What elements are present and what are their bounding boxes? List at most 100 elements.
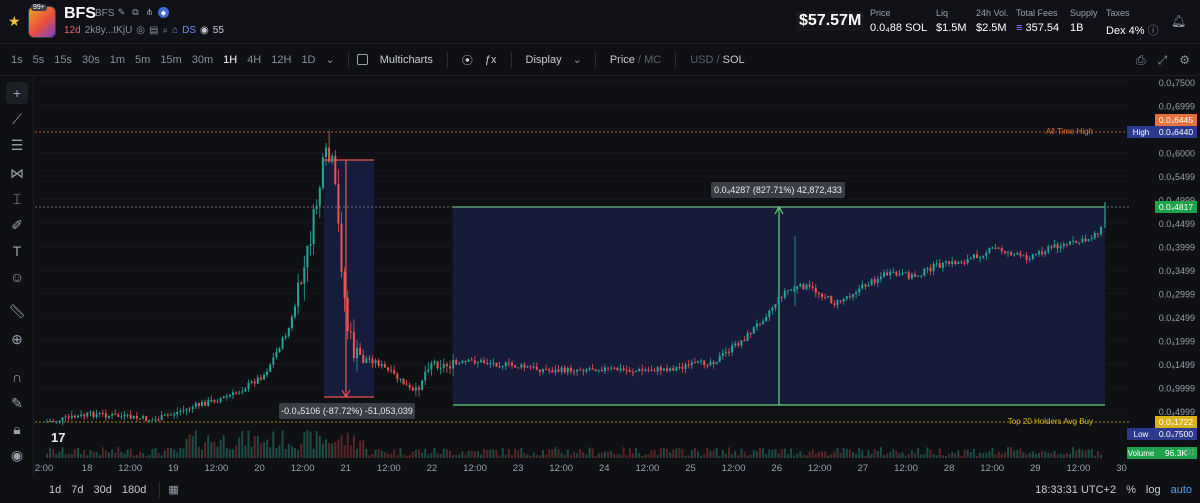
calendar-icon[interactable]: ▦ xyxy=(168,483,178,496)
chart-toolbar: 1s 5s 15s 30s 1m 5m 15m 30m 1H 4H 12H 1D… xyxy=(0,44,1200,76)
usd-option[interactable]: USD xyxy=(690,54,713,66)
timeframe-5m[interactable]: 5m xyxy=(130,54,155,66)
favorite-star-icon[interactable]: ★ xyxy=(8,13,21,30)
range-30d[interactable]: 30d xyxy=(89,484,117,496)
candle-body xyxy=(98,413,101,415)
volume-bar xyxy=(948,453,951,458)
sol-option[interactable]: SOL xyxy=(723,54,745,66)
timeframe-1s[interactable]: 1s xyxy=(6,54,28,66)
candle-body xyxy=(1025,255,1028,260)
token-name: BFS xyxy=(95,8,115,19)
share-icon[interactable]: ⋔ xyxy=(144,7,155,18)
candle-body xyxy=(483,360,486,363)
display-chevron-down-icon[interactable]: ⌄ xyxy=(568,53,587,66)
candle-body xyxy=(489,363,492,365)
fullscreen-icon[interactable]: ⤢ xyxy=(1158,53,1168,68)
magnet-icon[interactable]: ∩ xyxy=(6,366,28,388)
range-7d[interactable]: 7d xyxy=(66,484,88,496)
candle-body xyxy=(408,385,411,388)
candle-body xyxy=(591,368,594,370)
function-icon[interactable]: ƒx xyxy=(479,54,503,66)
sol-icon: ≡ xyxy=(1016,22,1023,34)
timeframe-15m[interactable]: 15m xyxy=(155,54,186,66)
volume-bar xyxy=(1084,450,1087,458)
crosshair-icon[interactable]: + xyxy=(6,82,28,104)
lock-icon[interactable]: 🔒︎ xyxy=(6,418,28,440)
candle-body xyxy=(46,421,48,423)
timeframe-1m[interactable]: 1m xyxy=(105,54,130,66)
candle-body xyxy=(362,355,365,363)
candle-body xyxy=(402,378,405,385)
volume-bar xyxy=(256,435,259,458)
emoji-icon[interactable]: ☺ xyxy=(6,266,28,288)
hide-icon[interactable]: ◉ xyxy=(6,444,28,466)
candle-body xyxy=(817,292,820,294)
ds-link[interactable]: DS xyxy=(182,25,196,36)
alert-bell-icon[interactable]: 🔔︎ xyxy=(1171,14,1186,28)
camera-icon[interactable]: ⎙ xyxy=(1136,53,1146,68)
range-1d[interactable]: 1d xyxy=(44,484,66,496)
candle-body xyxy=(628,370,631,372)
candle-body xyxy=(805,284,808,290)
x-tick-label: 26 xyxy=(771,463,782,474)
price-mc-toggle[interactable]: Price / MC xyxy=(604,54,667,66)
display-button[interactable]: Display xyxy=(520,54,568,66)
timeframe-4h[interactable]: 4H xyxy=(242,54,266,66)
edit-icon[interactable]: ✎ xyxy=(116,7,127,18)
brush-icon[interactable]: ✐ xyxy=(6,214,28,236)
pattern-icon[interactable]: ⋈ xyxy=(6,162,28,184)
dexscreener-icon[interactable]: ⌂ xyxy=(172,25,178,36)
volume-bar xyxy=(532,452,535,458)
token-address[interactable]: 2k8y...tKjU xyxy=(85,25,133,36)
price-tag-value: 0.0₄6445 xyxy=(1159,115,1193,125)
x-tick-label: 12:00 xyxy=(291,463,315,474)
chart-link-icon[interactable]: ▤ xyxy=(149,25,158,36)
price-option[interactable]: Price xyxy=(610,54,635,66)
timeframe-chevron-down-icon[interactable]: ⌄ xyxy=(321,53,340,66)
ruler-icon[interactable]: 📏︎ xyxy=(6,300,28,322)
candle-body xyxy=(635,371,637,373)
mc-option[interactable]: MC xyxy=(644,54,661,66)
info-icon[interactable]: ⓘ xyxy=(1148,25,1159,37)
zoom-in-icon[interactable]: ⊕ xyxy=(6,328,28,350)
timeframe-15s[interactable]: 15s xyxy=(49,54,77,66)
volume-bar xyxy=(576,453,579,458)
search-icon[interactable]: ⌕ xyxy=(162,25,168,36)
horizontal-lines-icon[interactable]: ☰ xyxy=(6,134,28,156)
copy-icon[interactable]: ⧉ xyxy=(130,7,141,18)
trendline-icon[interactable]: ⟋ xyxy=(6,108,28,130)
candle-body xyxy=(991,247,994,249)
clock-time[interactable]: 18:33:31 UTC+2 xyxy=(1035,484,1116,496)
volume-bar xyxy=(185,438,188,458)
volume-bar xyxy=(222,435,225,458)
currency-toggle[interactable]: USD / SOL xyxy=(684,54,750,66)
percent-toggle[interactable]: % xyxy=(1126,484,1136,496)
timeframe-30m[interactable]: 30m xyxy=(187,54,218,66)
text-icon[interactable]: T xyxy=(6,240,28,262)
candle-body xyxy=(700,360,703,362)
timeframe-1d[interactable]: 1D xyxy=(296,54,320,66)
candle-body xyxy=(328,147,331,162)
tradingview-logo-icon[interactable]: 17 xyxy=(51,430,65,445)
range-180d[interactable]: 180d xyxy=(117,484,151,496)
settings-gear-icon[interactable]: ⚙ xyxy=(1179,53,1190,68)
y-tick-label: 0.0₄6000 xyxy=(1159,149,1195,159)
multicharts-label[interactable]: Multicharts xyxy=(374,54,439,66)
measure-icon[interactable]: ⌶ xyxy=(6,188,28,210)
candle-body xyxy=(548,369,551,371)
globe-icon[interactable]: ◎ xyxy=(136,25,145,36)
multicharts-checkbox[interactable] xyxy=(356,54,368,65)
price-chart[interactable]: All Time High Top 20 Holders Avg Buy -0.… xyxy=(35,76,1200,476)
timeframe-1h[interactable]: 1H xyxy=(218,54,242,66)
candle-body xyxy=(126,414,129,416)
stay-drawing-icon[interactable]: ✎ xyxy=(6,392,28,414)
timeframe-30s[interactable]: 30s xyxy=(77,54,105,66)
auto-toggle[interactable]: auto xyxy=(1171,484,1192,496)
timeframe-12h[interactable]: 12H xyxy=(266,54,296,66)
indicators-icon[interactable]: ⦿ xyxy=(456,52,479,68)
volume-bar xyxy=(777,453,780,458)
volume-bar xyxy=(548,449,551,458)
volume-bar xyxy=(554,447,557,458)
timeframe-5s[interactable]: 5s xyxy=(28,54,50,66)
log-toggle[interactable]: log xyxy=(1146,484,1161,496)
